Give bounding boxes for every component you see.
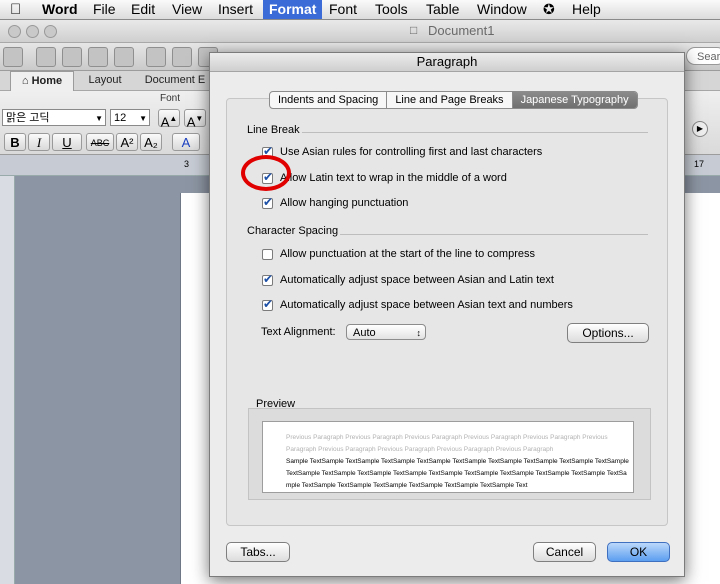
vertical-ruler [0,176,15,584]
menu-table[interactable]: Table [420,0,465,19]
line-break-group-label: Line Break [247,124,300,136]
tab-indents-and-spacing[interactable]: Indents and Spacing [270,92,388,108]
new-document-icon[interactable] [3,47,23,67]
menu-font[interactable]: Font [323,0,363,19]
underline-button[interactable]: U [52,133,82,151]
paragraph-dialog: Paragraph Indents and Spacing Line and P… [209,52,685,577]
search-input[interactable]: Sear [686,47,720,65]
asian-latin-spacing-option[interactable]: Automatically adjust space between Asian… [262,272,554,288]
close-window-icon[interactable] [8,25,21,38]
font-color-button[interactable]: A [172,133,200,151]
character-spacing-group-label: Character Spacing [247,225,339,237]
text-alignment-value: Auto [353,327,376,339]
preview-sample-line-3: mple TextSample TextSample TextSample Te… [286,482,528,489]
document-icon: □ [410,23,418,37]
asian-number-spacing-option[interactable]: Automatically adjust space between Asian… [262,297,573,313]
dialog-tab-bar: Indents and Spacing Line and Page Breaks… [269,91,638,109]
ok-button[interactable]: OK [607,542,670,562]
options-button[interactable]: Options... [567,323,649,343]
asian-rules-label: Use Asian rules for controlling first an… [280,146,543,158]
text-alignment-label: Text Alignment: [261,326,336,338]
asian-latin-spacing-checkbox[interactable] [262,272,273,286]
bold-button[interactable]: B [4,133,26,151]
font-size-value: 12 [114,112,127,124]
tab-line-and-page-breaks[interactable]: Line and Page Breaks [387,92,513,108]
save-icon[interactable] [88,47,108,67]
hanging-punctuation-checkbox[interactable] [262,195,273,209]
ribbon-scroll-right-icon[interactable]: ▶ [692,121,708,137]
preview-previous-line-2: Paragraph Previous Paragraph Previous Pa… [286,446,554,453]
gallery-icon[interactable] [36,47,56,67]
hanging-punctuation-option[interactable]: Allow hanging punctuation [262,195,408,211]
tab-home-label: Home [31,75,63,87]
tab-layout[interactable]: Layout [80,71,130,90]
menu-tools[interactable]: Tools [369,0,414,19]
ruler-number-left: 3 [184,159,190,169]
chevron-down-icon: ▼ [95,114,103,123]
script-menu-icon[interactable]: ✪ [537,0,561,19]
asian-number-spacing-checkbox[interactable] [262,297,273,311]
latin-wrap-label: Allow Latin text to wrap in the middle o… [280,172,507,184]
menu-view[interactable]: View [166,0,208,19]
menu-format[interactable]: Format [263,0,323,19]
font-name-value: 맑은 고딕 [6,112,50,124]
shrink-font-button[interactable]: A▼ [184,109,206,129]
superscript-button[interactable]: A² [116,133,138,151]
compress-punctuation-label: Allow punctuation at the start of the li… [280,248,535,260]
cancel-button[interactable]: Cancel [533,542,596,562]
asian-latin-spacing-label: Automatically adjust space between Asian… [280,274,554,286]
latin-wrap-option[interactable]: Allow Latin text to wrap in the middle o… [262,170,507,186]
apple-menu-icon[interactable]:  [4,0,27,19]
updown-arrows-icon: ↕ [416,328,422,338]
italic-button[interactable]: I [28,133,50,151]
hanging-punctuation-label: Allow hanging punctuation [280,197,409,209]
minimize-window-icon[interactable] [26,25,39,38]
dialog-title: Paragraph [210,53,684,72]
open-icon[interactable] [62,47,82,67]
compress-punctuation-checkbox[interactable] [262,248,273,260]
tab-japanese-typography[interactable]: Japanese Typography [512,92,637,108]
menu-word[interactable]: Word [36,0,84,19]
menu-edit[interactable]: Edit [125,0,161,19]
text-alignment-select[interactable]: Auto ↕ [346,324,426,340]
preview-sample-line-2: TextSample TextSample TextSample TextSam… [286,470,627,477]
chevron-down-icon: ▼ [139,114,147,123]
tab-home[interactable]: ⌂ Home [10,71,74,91]
ruler-number-right: 17 [694,159,705,169]
asian-number-spacing-label: Automatically adjust space between Asian… [280,299,573,311]
compress-punctuation-option[interactable]: Allow punctuation at the start of the li… [262,246,535,262]
line-break-divider [302,132,648,133]
font-name-combo[interactable]: 맑은 고딕 ▼ [2,109,106,126]
cut-icon[interactable] [146,47,166,67]
font-size-combo[interactable]: 12 ▼ [110,109,150,126]
asian-rules-option[interactable]: Use Asian rules for controlling first an… [262,144,542,160]
window-titlebar: □ Document1 [0,20,720,43]
font-group-label: Font [160,93,181,104]
tab-document-elements[interactable]: Document E [140,71,210,90]
preview-paper: Previous Paragraph Previous Paragraph Pr… [262,421,634,493]
highlight-circle [241,155,291,191]
home-icon: ⌂ [21,75,29,87]
menu-file[interactable]: File [87,0,122,19]
menu-help[interactable]: Help [566,0,607,19]
print-icon[interactable] [114,47,134,67]
preview-sample-line-1: Sample TextSample TextSample TextSample … [286,458,629,465]
menu-window[interactable]: Window [471,0,533,19]
grow-font-button[interactable]: A▲ [158,109,180,129]
zoom-window-icon[interactable] [44,25,57,38]
character-spacing-divider [340,234,648,235]
tabs-button[interactable]: Tabs... [226,542,290,562]
preview-previous-line-1: Previous Paragraph Previous Paragraph Pr… [286,434,608,441]
copy-icon[interactable] [172,47,192,67]
window-title: Document1 [428,23,495,38]
strikethrough-button[interactable]: ABC [86,133,114,151]
search-text: Sear [697,51,720,63]
subscript-button[interactable]: A₂ [140,133,162,151]
menu-insert[interactable]: Insert [212,0,259,19]
menu-bar:  Word File Edit View Insert Format Font… [0,0,720,20]
